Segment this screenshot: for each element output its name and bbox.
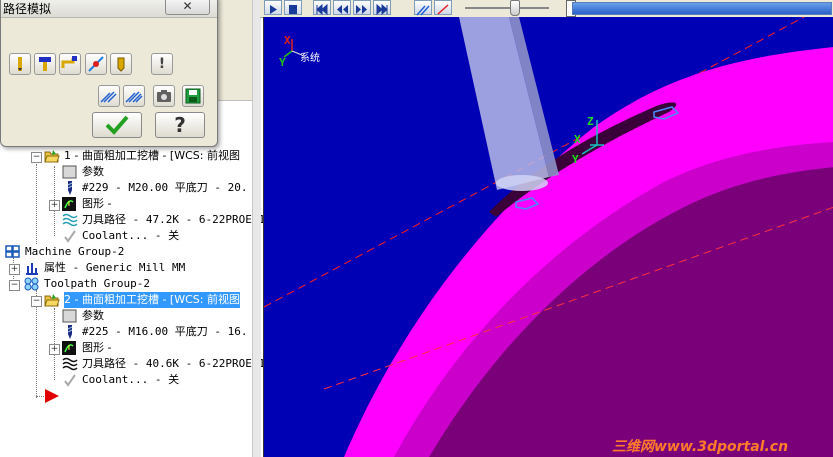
dialog-title: 路径模拟: [3, 2, 52, 16]
help-button[interactable]: ?: [155, 112, 205, 138]
viewport-scene[interactable]: Z X Y X Y 系统: [264, 17, 833, 457]
geometry-icon: [62, 341, 78, 355]
progress-fill: [573, 3, 831, 14]
tree-item-tool[interactable]: #229 - M20.00 平底刀 - 20.: [62, 180, 247, 196]
tree-item-operation-2[interactable]: 2 - 曲面粗加工挖槽 - [WCS: 前视图: [44, 292, 240, 308]
tree-item-coolant[interactable]: Coolant... - 关: [62, 372, 179, 388]
view-axis-x-label: X: [284, 34, 291, 47]
close-button[interactable]: ✕: [165, 0, 210, 15]
display-endpoints-button[interactable]: [85, 53, 107, 75]
step-forward-button[interactable]: [353, 0, 371, 15]
tool-axis-z-label: Z: [587, 115, 594, 128]
dialog-titlebar[interactable]: 路径模拟 ✕: [1, 0, 217, 18]
view-axis-y-label: Y: [279, 56, 286, 69]
toolpath-icon: [62, 357, 78, 371]
tree-connector: [36, 164, 37, 244]
stop-button[interactable]: [284, 0, 302, 15]
tree-item-params[interactable]: 参数: [62, 164, 104, 180]
view-axis-triad: X Y 系统: [279, 34, 320, 69]
tree-item-coolant[interactable]: Coolant... - 关: [62, 228, 179, 244]
expand-toggle[interactable]: +: [49, 200, 60, 211]
playback-progress-bar[interactable]: [572, 2, 832, 15]
tool-icon: [62, 325, 78, 339]
tool-axis-y-label: Y: [572, 153, 579, 166]
coolant-icon: [62, 229, 78, 243]
tree-item-properties[interactable]: 属性 - Generic Mill MM: [24, 260, 185, 276]
tree-item-toolpath[interactable]: 刀具路径 - 47.2K - 6-22PROE-1: [62, 212, 265, 228]
tree-item-params[interactable]: 参数: [62, 308, 104, 324]
save-button[interactable]: [182, 85, 204, 107]
tree-item-tool[interactable]: #225 - M16.00 平底刀 - 16.: [62, 324, 247, 340]
insert-arrow-icon[interactable]: [44, 388, 60, 404]
toolpath-icon: [62, 213, 78, 227]
tree-item-toolpath[interactable]: 刀具路径 - 40.6K - 6-22PROE-1: [62, 356, 265, 372]
playback-toolbar: [260, 0, 833, 18]
tree-item-operation-1[interactable]: 1 - 曲面粗加工挖槽 - [WCS: 前视图: [44, 148, 240, 164]
collapse-toggle[interactable]: −: [31, 296, 42, 307]
tree-item-machine-group[interactable]: Machine Group-2: [5, 244, 124, 260]
toolpath-style-button[interactable]: [123, 85, 145, 107]
collapse-toggle[interactable]: −: [31, 152, 42, 163]
folder-open-icon: [44, 293, 60, 307]
tree-item-geometry[interactable]: 图形 -: [62, 196, 111, 212]
tool-axis-x-label: X: [574, 133, 581, 146]
params-icon: [62, 309, 78, 323]
geometry-icon: [62, 197, 78, 211]
display-holder-button[interactable]: [34, 53, 56, 75]
speed-slider-track[interactable]: [465, 7, 549, 9]
view-axis-system-label: 系统: [300, 51, 320, 64]
expand-toggle[interactable]: +: [9, 264, 20, 275]
go-to-start-button[interactable]: [313, 0, 331, 16]
watermark-text: 三维网www.3dportal.cn: [612, 439, 789, 455]
toolpath-display-toggle[interactable]: [414, 0, 432, 16]
graphics-viewport[interactable]: Z X Y X Y 系统: [263, 17, 833, 457]
backplot-dialog: 路径模拟 ✕ ! ?: [0, 0, 218, 147]
play-button[interactable]: [264, 0, 282, 15]
display-rapid-button[interactable]: [59, 53, 81, 75]
quick-verify-button[interactable]: [110, 53, 132, 75]
tree-item-toolpath-group[interactable]: Toolpath Group-2: [24, 276, 150, 292]
step-back-button[interactable]: [333, 0, 351, 15]
toolpath-style-button[interactable]: [98, 85, 120, 107]
display-tool-button[interactable]: [9, 53, 31, 75]
tool-icon: [62, 181, 78, 195]
go-to-end-button[interactable]: [373, 0, 391, 16]
tree-scrollbar[interactable]: [252, 0, 261, 457]
machine-group-icon: [5, 245, 21, 259]
trace-toggle[interactable]: [434, 0, 452, 15]
speed-slider-thumb[interactable]: [510, 0, 520, 16]
cutting-tool: [459, 17, 559, 191]
ok-button[interactable]: [92, 112, 142, 138]
screenshot-camera-button[interactable]: [153, 85, 175, 107]
collapse-toggle[interactable]: −: [9, 280, 20, 291]
tree-item-geometry[interactable]: 图形 -: [62, 340, 111, 356]
expand-toggle[interactable]: +: [49, 344, 60, 355]
params-icon: [62, 165, 78, 179]
coolant-icon: [62, 373, 78, 387]
folder-open-icon: [44, 149, 60, 163]
stop-options-button[interactable]: !: [151, 53, 173, 75]
toolpath-group-icon: [24, 277, 40, 291]
tree-connector: [36, 396, 44, 397]
properties-icon: [24, 261, 40, 275]
